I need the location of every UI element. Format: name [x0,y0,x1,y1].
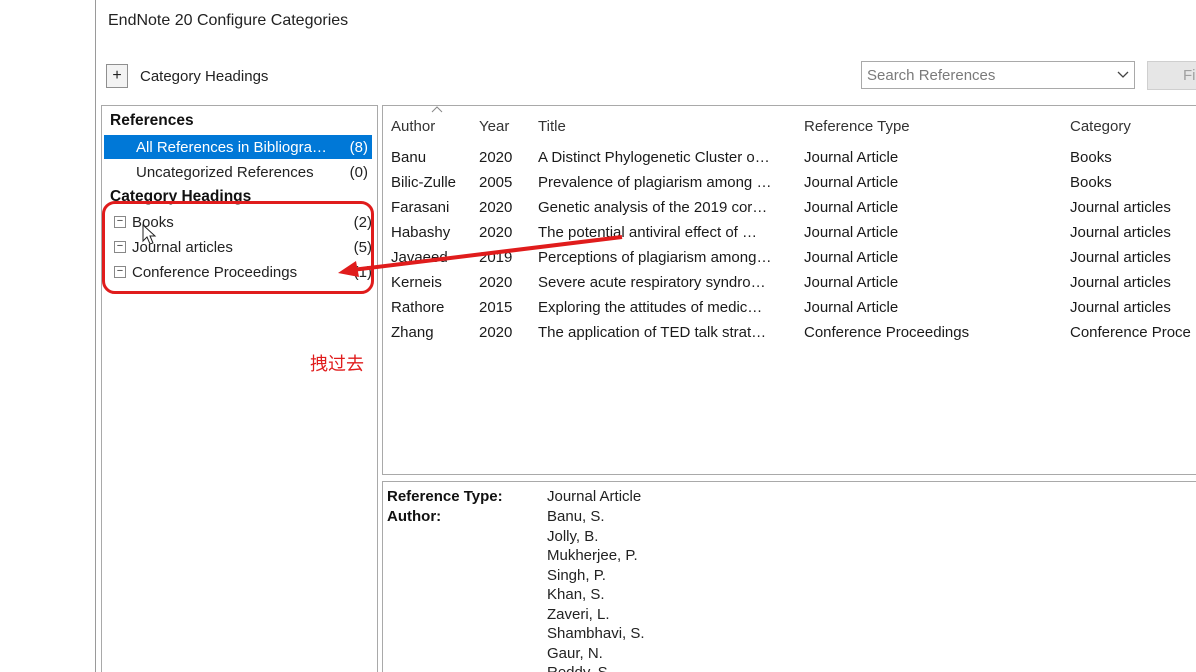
references-group-header: References [110,112,194,129]
cell-category: Journal articles [1070,249,1171,266]
groups-panel: References All References in Bibliogra… … [101,105,378,672]
cell-title: A Distinct Phylogenetic Cluster o… [538,149,770,166]
search-references-input[interactable]: Search References [861,61,1135,89]
preview-author-name: Reddy, S. [547,664,612,672]
configure-categories-window: EndNote 20 Configure Categories + Catego… [95,0,1196,672]
preview-author-name: Gaur, N. [547,644,603,662]
add-category-button[interactable]: + [106,64,128,88]
cell-year: 2020 [479,149,513,166]
group-count: (8) [349,138,368,156]
reference-list-table: Author Year Title Reference Type Categor… [382,105,1196,475]
column-header-category[interactable]: Category [1070,118,1131,135]
cell-category: Books [1070,174,1112,191]
cell-reference-type: Journal Article [804,199,899,216]
cell-reference-type: Journal Article [804,299,899,316]
drag-arrow-annotation [338,235,623,277]
preview-ref-type-value: Journal Article [547,488,642,505]
preview-author-name: Banu, S. [547,508,605,525]
group-label: Uncategorized References [136,163,314,181]
column-header-author[interactable]: Author [391,118,435,135]
search-placeholder: Search References [867,66,996,84]
preview-author-name: Shambhavi, S. [547,625,645,642]
cell-reference-type: Journal Article [804,174,899,191]
cell-category: Conference Proce [1070,324,1191,341]
cell-author: Rathore [391,299,445,316]
cell-reference-type: Journal Article [804,149,899,166]
group-label: All References in Bibliogra… [136,138,327,156]
preview-author-name: Zaveri, L. [547,605,610,623]
reference-row[interactable]: Bilic-Zulle 2005 Prevalence of plagiarism … [383,171,1196,196]
column-header-year[interactable]: Year [479,118,509,135]
reference-preview-panel: Reference Type: Journal Article Author: … [382,481,1196,672]
column-header-title[interactable]: Title [538,118,566,135]
group-count: (0) [349,163,368,181]
cell-category: Journal articles [1070,274,1171,291]
cell-year: 2020 [479,199,513,216]
cell-reference-type: Journal Article [804,274,899,291]
group-uncategorized-references[interactable]: Uncategorized References (0) [104,160,372,184]
window-title: EndNote 20 Configure Categories [108,12,349,29]
cell-title: The application of TED talk strat… [538,324,767,341]
cell-author: Farasani [391,199,450,216]
preview-author-label: Author: [387,508,442,525]
cell-reference-type: Journal Article [804,224,899,241]
reference-row[interactable]: Zhang 2020 The application of TED talk str… [383,321,1196,346]
column-header-reference-type[interactable]: Reference Type [804,118,910,135]
cell-year: 2005 [479,174,513,191]
chevron-down-icon[interactable] [1112,62,1134,88]
category-headings-label: Category Headings [140,67,269,85]
reference-row[interactable]: Banu 2020 A Distinct Phylogenetic Cluster … [383,146,1196,171]
cell-category: Books [1070,149,1112,166]
cell-author: Bilic-Zulle [391,174,457,191]
group-all-references[interactable]: All References in Bibliogra… (8) [104,135,372,159]
sort-ascending-icon [431,106,443,113]
preview-ref-type-label: Reference Type: [387,488,503,505]
cell-author: Banu [391,149,427,166]
cell-reference-type: Conference Proceedings [804,324,970,341]
find-button[interactable]: Fi [1147,61,1196,90]
cell-category: Journal articles [1070,224,1171,241]
category-headings-toolbar: + Category Headings [106,64,268,88]
preview-author-name: Mukherjee, P. [547,547,638,564]
cell-year: 2015 [479,299,513,316]
cell-category: Journal articles [1070,199,1171,216]
drag-annotation-text: 拽过去 [310,354,364,375]
cell-title: Exploring the attitudes of medic… [538,299,763,316]
reference-row[interactable]: Farasani 2020 Genetic analysis of the 2019… [383,196,1196,221]
preview-author-name: Singh, P. [547,566,606,584]
reference-row[interactable]: Rathore 2015 Exploring the attitudes of me… [383,296,1196,321]
cell-title: Genetic analysis of the 2019 cor… [538,199,768,216]
cell-category: Journal articles [1070,299,1171,316]
cell-year: 2020 [479,324,513,341]
cell-author: Zhang [391,324,434,341]
cell-title: Prevalence of plagiarism among … [538,174,772,191]
cell-reference-type: Journal Article [804,249,899,266]
preview-author-name: Khan, S. [547,586,605,603]
preview-author-name: Jolly, B. [547,527,599,545]
